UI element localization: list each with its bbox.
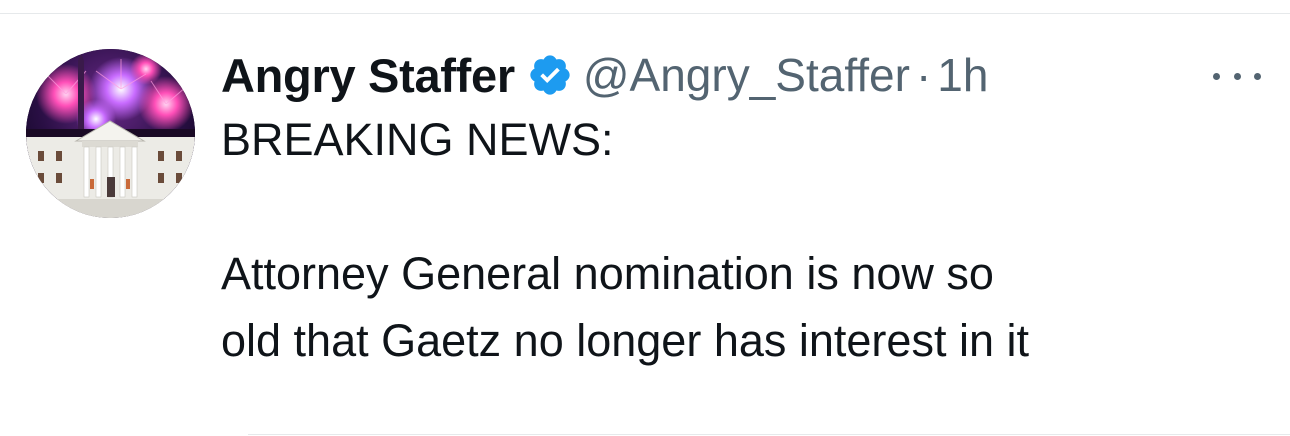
white-house-fireworks-avatar-icon bbox=[26, 49, 195, 218]
tweet-body: Angry Staffer @Angry_Staffer · 1h BREAKI… bbox=[221, 40, 1261, 374]
separator-dot: · bbox=[915, 49, 932, 101]
tweet-text-line: old that Gaetz no longer has interest in… bbox=[221, 315, 1029, 366]
tweet-text-line: BREAKING NEWS: bbox=[221, 114, 614, 165]
tweet-text-line-blank bbox=[221, 173, 1261, 240]
tweet-header: Angry Staffer @Angry_Staffer · 1h bbox=[221, 40, 1261, 110]
tweet-text-line: Attorney General nomination is now so bbox=[221, 248, 994, 299]
bottom-divider bbox=[248, 434, 1290, 435]
more-horizontal-icon[interactable] bbox=[1213, 66, 1261, 86]
avatar[interactable] bbox=[26, 49, 195, 218]
more-dot bbox=[1254, 72, 1261, 80]
verified-badge-icon[interactable] bbox=[527, 52, 573, 98]
more-dot bbox=[1213, 72, 1220, 80]
display-name[interactable]: Angry Staffer bbox=[221, 48, 515, 103]
tweet-text: BREAKING NEWS: Attorney General nominati… bbox=[221, 106, 1261, 374]
more-dot bbox=[1233, 72, 1241, 80]
user-handle[interactable]: @Angry_Staffer bbox=[583, 48, 910, 102]
timestamp[interactable]: 1h bbox=[937, 48, 988, 102]
top-divider bbox=[0, 13, 1290, 14]
